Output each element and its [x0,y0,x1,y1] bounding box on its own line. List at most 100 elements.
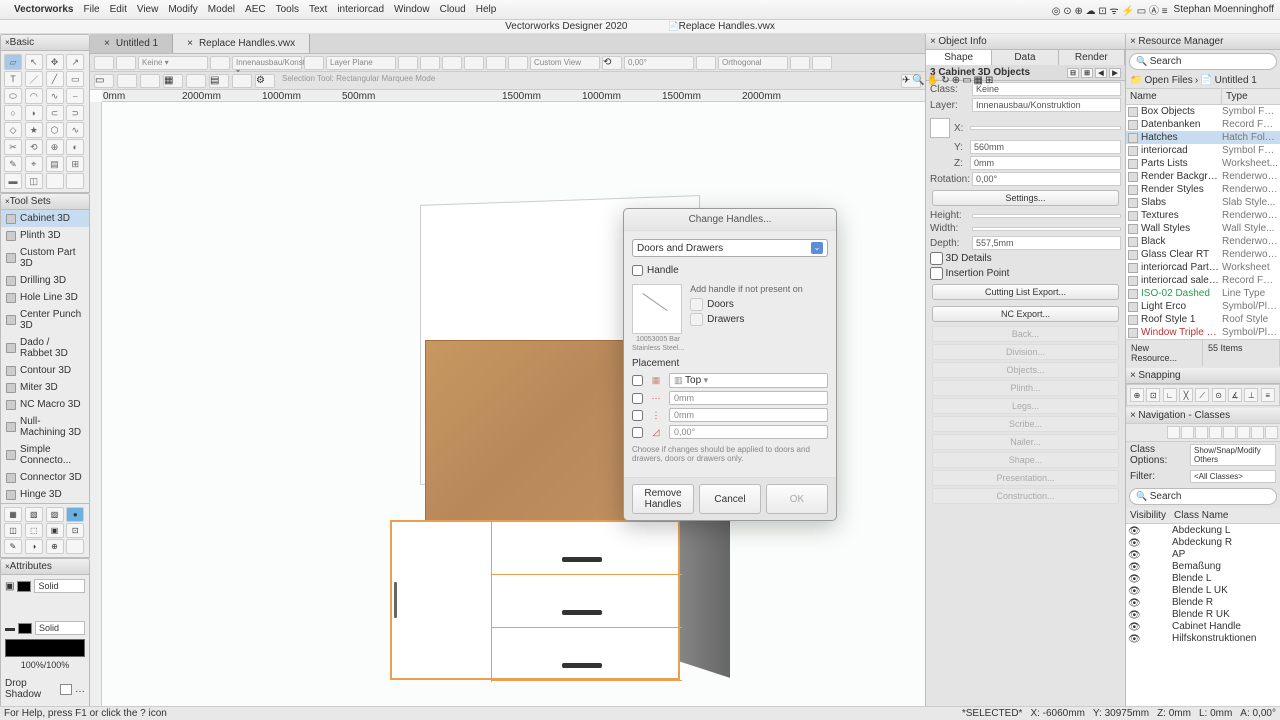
nav-class-row[interactable]: 👁Bemaßung [1126,560,1280,572]
nav-class-row[interactable]: 👁Blende L UK [1126,584,1280,596]
stroke-preview[interactable] [5,639,85,657]
fill-icon[interactable]: ▣ [5,581,14,592]
origin-picker[interactable] [930,118,950,138]
rotation-input[interactable]: 0,00° [972,172,1121,186]
nav-class-list[interactable]: 👁Abdeckung L👁Abdeckung R👁AP👁Bemaßung👁Ble… [1126,524,1280,720]
opacity-value[interactable]: 100%/100% [5,660,85,670]
y-input[interactable]: 560mm [970,140,1121,154]
resmgr-row[interactable]: interiorcadSymbol Fol... [1126,144,1280,157]
menubar[interactable]: Vectorworks File Edit View Modify Model … [0,0,1280,20]
attributes-header[interactable]: ×Attributes [0,558,90,575]
handle-thumbnail[interactable] [632,284,682,334]
stroke-select[interactable]: Solid [35,621,85,635]
dialog-title[interactable]: Change Handles... [624,209,836,231]
vert-icon: ⋮ [649,409,663,421]
resmgr-row[interactable]: Window Triple SliderSymbol/Plu... [1126,326,1280,339]
stroke-icon[interactable]: ▬ [5,623,15,634]
resmgr-row[interactable]: Glass Clear RTRenderwor... [1126,248,1280,261]
toolset-cabinet-3d[interactable]: Cabinet 3D [1,210,89,227]
tab-replace-handles[interactable]: ×Replace Handles.vwx [173,34,310,53]
fill-select[interactable]: Solid [34,579,85,593]
z-input[interactable]: 0mm [970,156,1121,170]
resmgr-row[interactable]: SlabsSlab Style... [1126,196,1280,209]
fill-swatch[interactable] [17,581,31,592]
nav-class-row[interactable]: 👁Blende L [1126,572,1280,584]
placement-y-check[interactable] [632,410,643,421]
window-titlebar: Vectorworks Designer 2020 📄 Replace Hand… [0,20,1280,34]
toolsets-header[interactable]: ×Tool Sets [0,193,90,210]
resmgr-row[interactable]: Roof Style 1Roof Style [1126,313,1280,326]
resmgr-row[interactable]: interiorcad Parts ListWorksheet [1126,261,1280,274]
ok-button[interactable]: OK [766,484,828,514]
menubar-right: ◎ ⊙ ⊕ ☁ ⊡ ᯤ ⚡ ▭ Ⓐ ≡ Stephan Moenninghoff [1052,2,1274,17]
status-bar: For Help, press F1 or click the ? icon *… [0,706,1280,720]
center-area: ×Untitled 1 ×Replace Handles.vwx Keine ▾… [90,34,925,720]
objinfo-tabs[interactable]: Shape Data Render [926,50,1125,65]
nav-class-row[interactable]: 👁Blende R [1126,596,1280,608]
resmgr-breadcrumb[interactable]: 📁Open Files›📄Untitled 1 [1126,73,1280,89]
resmgr-row[interactable]: TexturesRenderwor... [1126,209,1280,222]
resmgr-row[interactable]: Render StylesRenderwor... [1126,183,1280,196]
basic-palette-header[interactable]: ×Basic [0,34,90,51]
selection-tool-icon[interactable]: ▱ [4,54,22,70]
placement-angle-input[interactable]: 0,00° [669,425,828,439]
handle-checkbox[interactable] [632,265,643,276]
app-name[interactable]: Vectorworks [14,4,73,15]
status-icons[interactable]: ◎ ⊙ ⊕ ☁ ⊡ ᯤ ⚡ ▭ Ⓐ ≡ [1052,2,1168,17]
resmgr-row[interactable]: ISO-02 DashedLine Type [1126,287,1280,300]
mode-toolbar[interactable]: ▭▦▤⚙ Selection Tool: Rectangular Marquee… [90,72,925,90]
class-select[interactable]: Keine [972,82,1121,96]
add-doors-checkbox [690,298,703,311]
nav-class-row[interactable]: 👁Hilfskonstruktionen [1126,632,1280,644]
class-options-select[interactable]: Show/Snap/Modify Others [1190,444,1276,466]
placement-pos-select[interactable]: ▥ Top ▾ [669,373,828,388]
angle-icon: ◿ [649,426,663,438]
layer-select[interactable]: Innenausbau/Konstruktion [972,98,1121,112]
nav-class-row[interactable]: 👁Abdeckung L [1126,524,1280,536]
nav-toolbar[interactable] [1126,424,1280,442]
resmgr-row[interactable]: Render BackgroundsRenderwor... [1126,170,1280,183]
dialog-target-select[interactable]: Doors and Drawers⌄ [632,239,828,257]
nav-search[interactable]: 🔍 Search [1129,488,1277,505]
snapping-grid[interactable]: ⊕⊡∟╳⟋⊙∡⊥≡ [1126,384,1280,406]
placement-x-input[interactable]: 0mm [669,391,828,405]
resmgr-row[interactable]: DatenbankenRecord For... [1126,118,1280,131]
dropshadow-toggle[interactable] [60,684,72,695]
nav-class-row[interactable]: 👁Abdeckung R [1126,536,1280,548]
nc-export-button[interactable]: NC Export... [932,306,1119,322]
resmgr-row[interactable]: interiorcad sales infoRecord For... [1126,274,1280,287]
new-resource-button[interactable]: New Resource... [1126,340,1203,366]
resmgr-row[interactable]: Light ErcoSymbol/Plu... [1126,300,1280,313]
resmgr-row[interactable]: Wall StylesWall Style... [1126,222,1280,235]
x-input[interactable] [970,126,1121,130]
remove-handles-button[interactable]: Remove Handles [632,484,694,514]
stroke-swatch[interactable] [18,623,32,634]
tab-untitled[interactable]: ×Untitled 1 [90,34,173,53]
placement-pos-check[interactable] [632,375,643,386]
right-palettes: × Resource Manager 🔍 Search 📁Open Files›… [1125,34,1280,720]
resmgr-row[interactable]: BlackRenderwor... [1126,235,1280,248]
canvas[interactable]: 0mm2000mm 1000mm500mm 1500mm1000mm 1500m… [90,90,925,720]
util-grid[interactable]: ▦▧▨● ◫⬚▣⊡ ✎◑⊕ [0,504,90,558]
placement-angle-check[interactable] [632,427,643,438]
nav-class-row[interactable]: 👁Blende R UK [1126,608,1280,620]
placement-y-input[interactable]: 0mm [669,408,828,422]
placement-x-check[interactable] [632,393,643,404]
basic-tool-grid[interactable]: ▱↖✥↗ T／╱▭ ⬭◠∿⎯ ○◗⊂⊃ ◇★⬡∿ ✂⟲⊕◐ ✎⌖▤⊞ ▬◫ [0,51,90,193]
user-name[interactable]: Stephan Moenninghoff [1174,4,1274,15]
nav-class-row[interactable]: 👁Cabinet Handle [1126,620,1280,632]
cancel-button[interactable]: Cancel [699,484,761,514]
filter-select[interactable]: <All Classes> [1190,470,1276,483]
mode-label: Selection Tool: Rectangular Marquee Mode [278,74,898,88]
settings-button[interactable]: Settings... [932,190,1119,206]
resmgr-list[interactable]: Box ObjectsSymbol Fol...DatenbankenRecor… [1126,105,1280,339]
resmgr-row[interactable]: HatchesHatch Folder [1126,131,1280,144]
resmgr-row[interactable]: Parts ListsWorksheet... [1126,157,1280,170]
nav-class-row[interactable]: 👁AP [1126,548,1280,560]
resmgr-row[interactable]: Box ObjectsSymbol Fol... [1126,105,1280,118]
document-tabs[interactable]: ×Untitled 1 ×Replace Handles.vwx [90,34,925,54]
resmgr-search[interactable]: 🔍 Search [1129,53,1277,70]
cutlist-export-button[interactable]: Cutting List Export... [932,284,1119,300]
horiz-icon: ⋯ [649,392,663,404]
view-toolbar[interactable]: Keine ▾ Innenausbau/Konst.. ▾ Layer Plan… [90,54,925,72]
